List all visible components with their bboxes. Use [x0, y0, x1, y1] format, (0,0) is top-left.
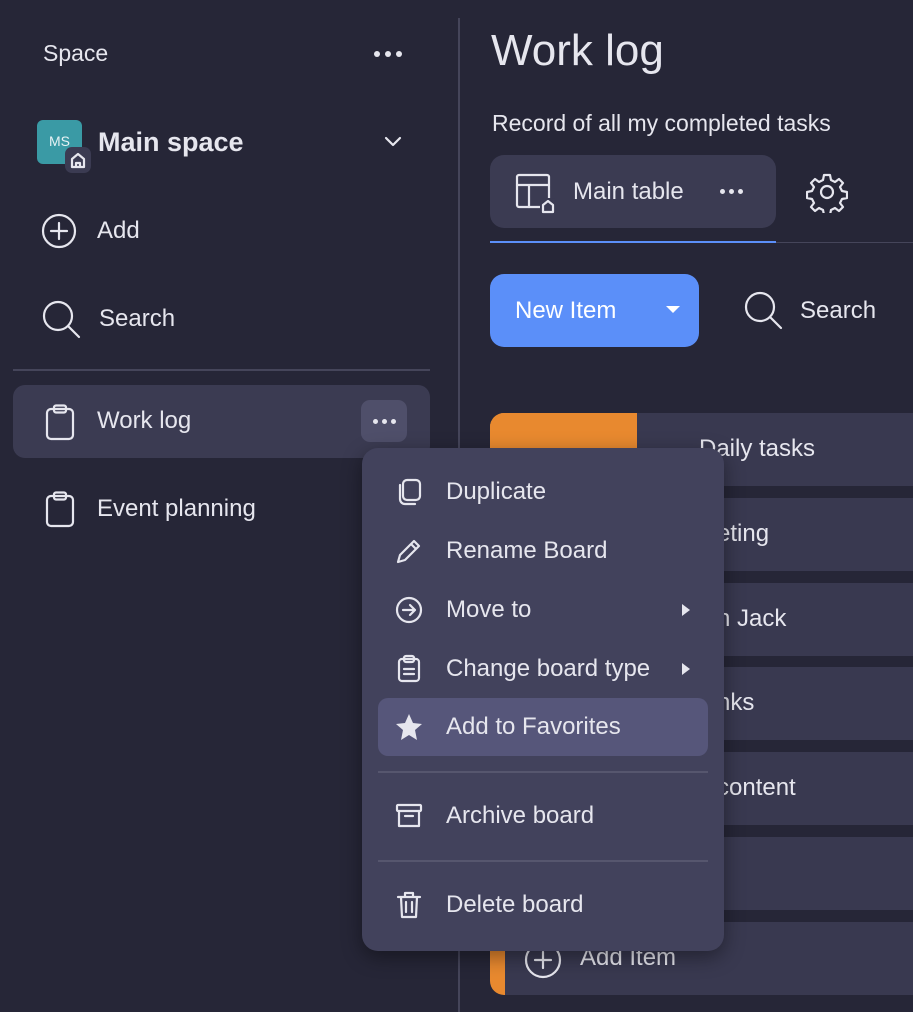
- board-label: Event planning: [97, 495, 256, 522]
- new-item-button[interactable]: New Item: [490, 274, 699, 347]
- gear-icon[interactable]: [806, 171, 848, 213]
- pencil-icon: [396, 539, 421, 564]
- table-icon: [515, 173, 556, 214]
- clipboard-icon: [45, 491, 75, 528]
- submenu-arrow-icon: [682, 663, 690, 675]
- menu-item-add-to-favorites[interactable]: Add to Favorites: [378, 698, 708, 756]
- board-label: Work log: [97, 407, 192, 434]
- board-more-button[interactable]: [361, 400, 407, 442]
- menu-item-archive-board[interactable]: Archive board: [378, 787, 708, 845]
- arrow-right-circle-icon: [395, 596, 423, 624]
- search-label: Search: [99, 305, 176, 332]
- menu-item-move-to[interactable]: Move to: [378, 581, 708, 639]
- tab-main-table[interactable]: Main table: [490, 155, 776, 228]
- row-label: eting: [717, 520, 770, 547]
- main-search[interactable]: Search: [742, 289, 913, 333]
- add-button[interactable]: Add: [40, 212, 420, 252]
- tab-bar-line: [776, 242, 913, 243]
- home-icon: [65, 147, 91, 173]
- search-icon: [42, 300, 81, 339]
- plus-circle-icon: [41, 213, 77, 249]
- row-label: h Jack: [717, 605, 787, 632]
- page-title: Work log: [491, 26, 664, 75]
- menu-item-rename-board[interactable]: Rename Board: [378, 522, 708, 580]
- clipboard-list-icon: [397, 654, 421, 683]
- space-label: Space: [43, 40, 109, 66]
- row-label: content: [717, 774, 796, 801]
- search-icon: [744, 291, 783, 330]
- caret-down-icon[interactable]: [666, 306, 680, 313]
- page-description: Record of all my completed tasks: [492, 110, 831, 136]
- star-icon: [396, 714, 422, 740]
- submenu-arrow-icon: [682, 604, 690, 616]
- trash-icon: [396, 891, 422, 919]
- tab-more-icon[interactable]: [720, 189, 743, 194]
- space-more-icon[interactable]: [374, 51, 402, 57]
- new-item-label: New Item: [515, 297, 617, 324]
- space-name[interactable]: Main space: [98, 127, 244, 158]
- clipboard-icon: [45, 404, 75, 441]
- sidebar-divider: [13, 369, 430, 371]
- menu-divider: [378, 860, 708, 862]
- menu-item-change-board-type[interactable]: Change board type: [378, 640, 708, 698]
- duplicate-icon: [398, 478, 422, 506]
- tab-underline: [490, 241, 776, 243]
- menu-item-delete-board[interactable]: Delete board: [378, 876, 708, 934]
- archive-icon: [395, 803, 423, 828]
- search-label: Search: [800, 297, 877, 324]
- add-label: Add: [97, 217, 140, 244]
- tab-label: Main table: [573, 178, 684, 205]
- menu-divider: [378, 771, 708, 773]
- sidebar-search[interactable]: Search: [40, 298, 420, 339]
- sidebar-item-work-log[interactable]: Work log: [13, 385, 430, 458]
- chevron-down-icon[interactable]: [382, 132, 404, 152]
- board-context-menu: Duplicate Rename Board Move to Change bo…: [362, 448, 724, 951]
- menu-item-duplicate[interactable]: Duplicate: [378, 463, 708, 521]
